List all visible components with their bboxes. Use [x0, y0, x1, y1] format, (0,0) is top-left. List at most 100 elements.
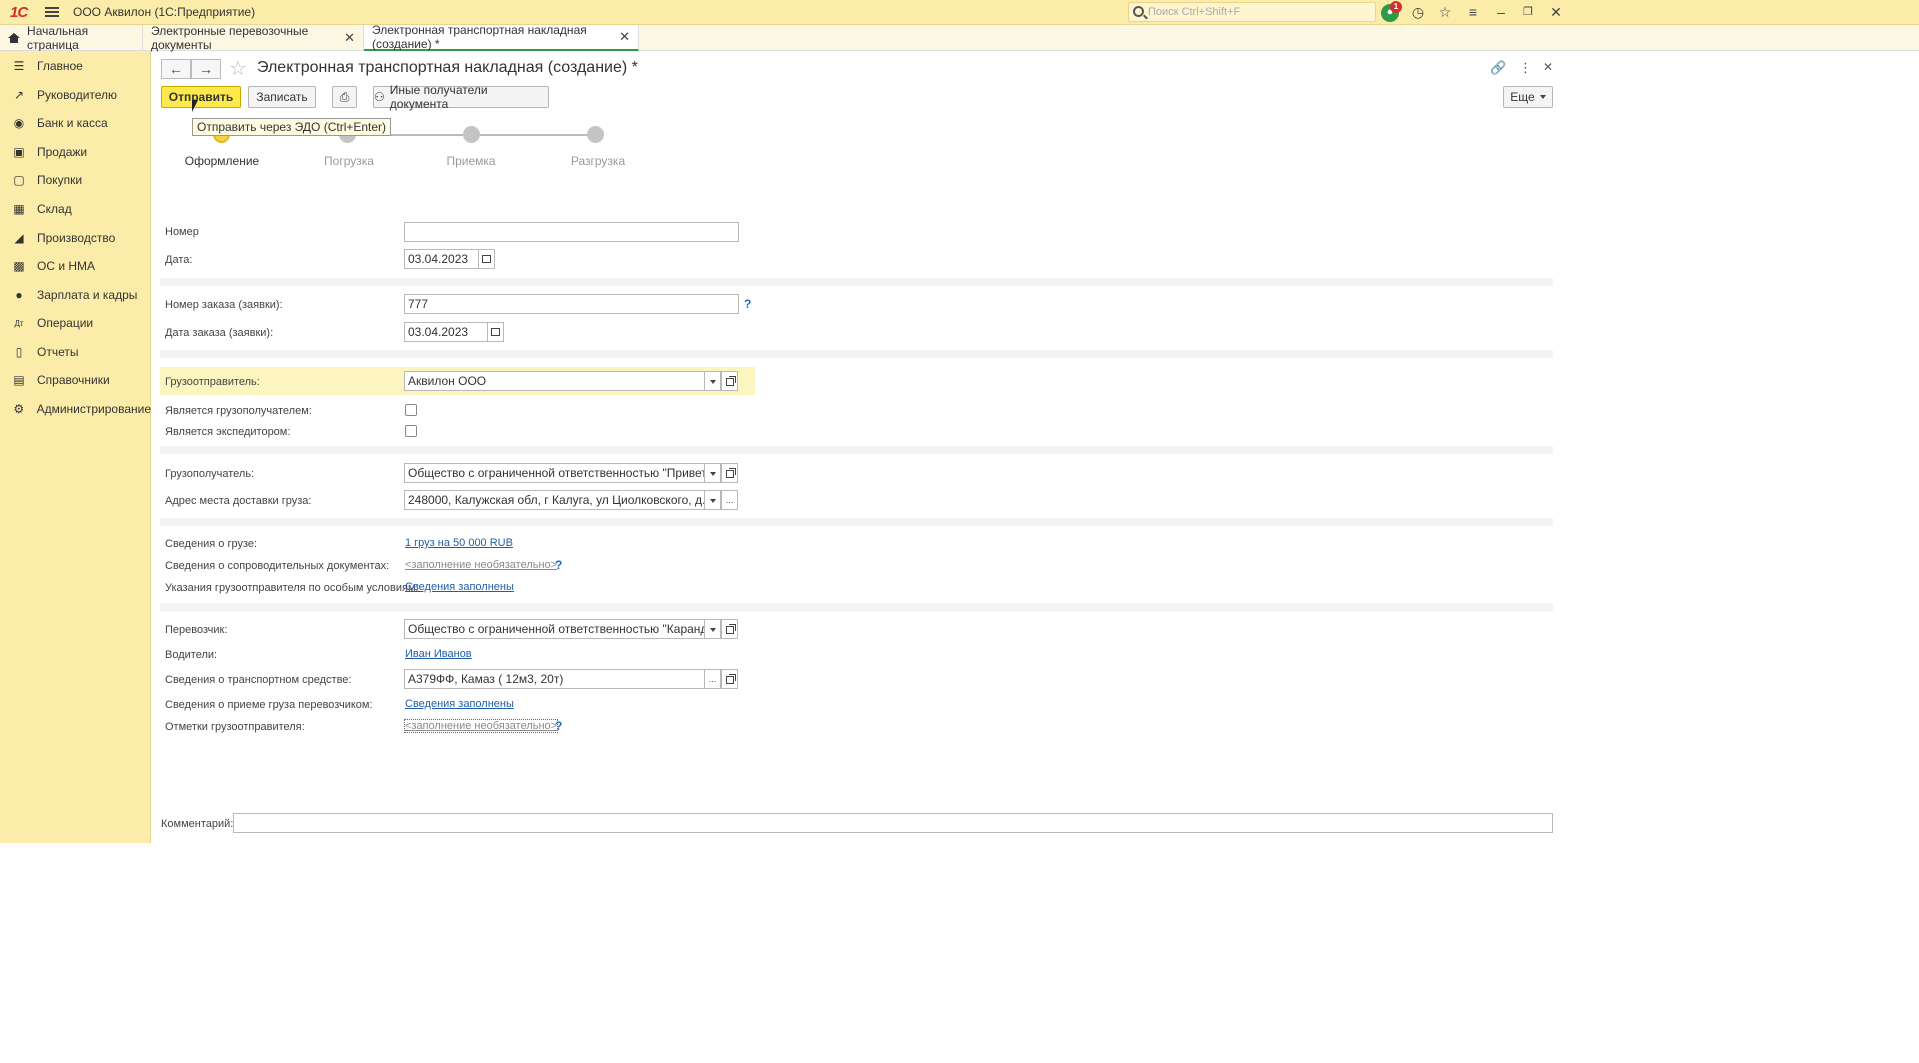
- forward-button[interactable]: →: [191, 59, 221, 79]
- tab-label: Электронная транспортная накладная (созд…: [372, 23, 587, 51]
- is-consignee-checkbox[interactable]: [405, 404, 417, 416]
- shipper-dropdown-button[interactable]: [704, 371, 721, 391]
- consignee-label: Грузополучатель:: [165, 468, 255, 480]
- favorites-star-icon[interactable]: ☆: [1436, 4, 1454, 22]
- minimize-icon[interactable]: –: [1492, 4, 1510, 22]
- carrier-open-button[interactable]: [721, 619, 738, 639]
- shipper-marks-link[interactable]: <заполнение необязательно>: [403, 719, 559, 733]
- close-form-icon[interactable]: ✕: [1543, 60, 1553, 74]
- sidebar-item-operations[interactable]: Дт Операции: [0, 310, 151, 336]
- help-icon[interactable]: ?: [555, 558, 562, 572]
- tabs-bar: Начальная страница Электронные перевозоч…: [0, 23, 1919, 52]
- link-icon[interactable]: 🔗: [1490, 60, 1506, 76]
- carrier-input[interactable]: Общество с ограниченной ответственностью…: [404, 619, 705, 639]
- global-search-input[interactable]: Поиск Ctrl+Shift+F: [1128, 2, 1376, 22]
- search-placeholder: Поиск Ctrl+Shift+F: [1148, 6, 1241, 18]
- calendar-button[interactable]: [478, 249, 495, 269]
- address-select-button[interactable]: ...: [721, 490, 738, 510]
- sidebar-item-production[interactable]: ◢ Производство: [0, 225, 151, 251]
- more-vertical-icon[interactable]: ⋮: [1519, 60, 1532, 76]
- drivers-link[interactable]: Иван Иванов: [405, 648, 472, 660]
- help-icon[interactable]: ?: [555, 719, 562, 733]
- shipper-marks-label: Отметки грузоотправителя:: [165, 721, 305, 733]
- open-icon: [725, 467, 736, 478]
- step-label: Оформление: [184, 154, 260, 168]
- sidebar: ☰ Главное ↗ Руководителю ◉ Банк и касса ▣ Пр…: [0, 51, 151, 843]
- carrier-dropdown-button[interactable]: [704, 619, 721, 639]
- sidebar-item-warehouse[interactable]: ▦ Склад: [0, 196, 151, 222]
- sidebar-item-administration[interactable]: ⚙ Администрирование: [0, 396, 151, 422]
- address-dropdown-button[interactable]: [704, 490, 721, 510]
- order-date-label: Дата заказа (заявки):: [165, 327, 274, 339]
- sidebar-item-label: Покупки: [37, 173, 83, 187]
- sidebar-item-fixed-assets[interactable]: ▩ ОС и НМА: [0, 253, 151, 279]
- sidebar-item-bank[interactable]: ◉ Банк и касса: [0, 110, 151, 136]
- consignee-open-button[interactable]: [721, 463, 738, 483]
- functions-menu-icon[interactable]: ≡: [1464, 4, 1482, 22]
- other-recipients-button[interactable]: ⚇ Иные получатели документа: [373, 83, 549, 111]
- save-button[interactable]: Записать: [248, 86, 316, 108]
- open-icon: [725, 623, 736, 634]
- order-number-input[interactable]: 777: [404, 294, 739, 314]
- vehicle-open-button[interactable]: [721, 669, 738, 689]
- sidebar-item-manager[interactable]: ↗ Руководителю: [0, 82, 151, 108]
- close-window-icon[interactable]: ✕: [1547, 4, 1565, 22]
- calendar-icon: [491, 328, 500, 336]
- shipper-open-button[interactable]: [721, 371, 738, 391]
- cart-icon: ▢: [13, 173, 25, 187]
- step-dot-acceptance: [463, 126, 480, 143]
- calendar-button[interactable]: [487, 322, 504, 342]
- tab-waybill-create[interactable]: Электронная транспортная накладная (созд…: [364, 23, 639, 51]
- step-dot-unloading: [587, 126, 604, 143]
- shipper-instructions-link[interactable]: Сведения заполнены: [405, 581, 514, 593]
- delivery-address-input[interactable]: 248000, Калужская обл, г Калуга, ул Циол…: [404, 490, 705, 510]
- back-button[interactable]: ←: [161, 59, 191, 79]
- vehicle-select-button[interactable]: ...: [704, 669, 721, 689]
- shipper-input[interactable]: Аквилон ООО: [404, 371, 705, 391]
- close-tab-icon[interactable]: ✕: [619, 29, 630, 45]
- sidebar-item-main[interactable]: ☰ Главное: [0, 53, 151, 79]
- chevron-down-icon: [709, 379, 716, 384]
- consignee-input[interactable]: Общество с ограниченной ответственностью…: [404, 463, 705, 483]
- sidebar-item-label: Руководителю: [37, 88, 118, 102]
- favorite-star-icon[interactable]: ☆: [229, 56, 247, 81]
- consignee-dropdown-button[interactable]: [704, 463, 721, 483]
- accompanying-docs-link[interactable]: <заполнение необязательно>: [405, 559, 557, 571]
- close-tab-icon[interactable]: ✕: [344, 30, 355, 46]
- coin-icon: ◉: [13, 116, 25, 130]
- section-divider: [160, 603, 1553, 611]
- sidebar-item-payroll[interactable]: ● Зарплата и кадры: [0, 282, 151, 308]
- sidebar-item-reports[interactable]: ▯ Отчеты: [0, 339, 151, 365]
- carrier-label: Перевозчик:: [165, 624, 228, 636]
- trend-icon: ↗: [13, 88, 25, 102]
- sidebar-item-sales[interactable]: ▣ Продажи: [0, 139, 151, 165]
- cargo-info-link[interactable]: 1 груз на 50 000 RUB: [405, 537, 513, 549]
- dtkt-icon: Дт: [14, 318, 24, 328]
- is-forwarder-checkbox[interactable]: [405, 425, 417, 437]
- restore-icon[interactable]: ❐: [1519, 4, 1537, 22]
- order-date-input[interactable]: 03.04.2023: [404, 322, 488, 342]
- print-button[interactable]: ⎙: [332, 86, 357, 108]
- number-input[interactable]: [404, 222, 739, 242]
- vehicle-input[interactable]: А379ФФ, Камаз ( 12м3, 20т): [404, 669, 705, 689]
- more-button[interactable]: Еще: [1503, 86, 1553, 108]
- step-label: Погрузка: [324, 154, 374, 168]
- tab-transport-documents[interactable]: Электронные перевозочные документы ✕: [143, 24, 364, 52]
- send-button[interactable]: Отправить: [161, 86, 241, 108]
- help-icon[interactable]: ?: [744, 297, 751, 311]
- date-input[interactable]: 03.04.2023: [404, 249, 479, 269]
- sidebar-item-label: Операции: [37, 316, 94, 330]
- carrier-acceptance-link[interactable]: Сведения заполнены: [405, 698, 514, 710]
- section-divider: [160, 446, 1553, 454]
- button-label: Иные получатели документа: [389, 83, 488, 111]
- number-label: Номер: [165, 226, 199, 238]
- hamburger-menu-icon[interactable]: [45, 5, 59, 19]
- comment-input[interactable]: [233, 813, 1553, 833]
- sidebar-item-label: Главное: [37, 59, 83, 73]
- history-icon[interactable]: ◷: [1409, 4, 1427, 22]
- tab-label: Начальная страница: [27, 24, 89, 52]
- tab-home[interactable]: Начальная страница: [0, 24, 143, 52]
- open-icon: [725, 375, 736, 386]
- sidebar-item-directories[interactable]: ▤ Справочники: [0, 367, 151, 393]
- sidebar-item-purchases[interactable]: ▢ Покупки: [0, 167, 151, 193]
